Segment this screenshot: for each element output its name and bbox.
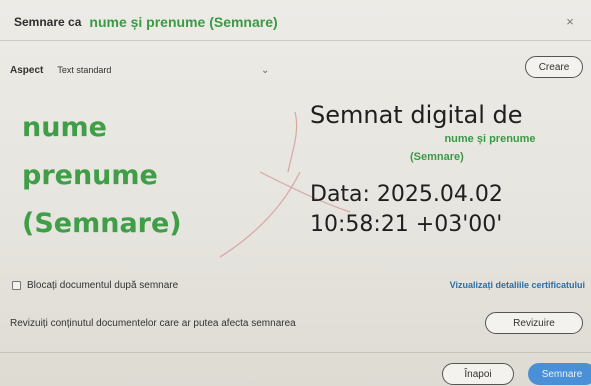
name-line-3: (Semnare) (22, 208, 182, 239)
create-button[interactable]: Creare (525, 56, 583, 78)
close-icon[interactable]: × (563, 14, 577, 29)
lock-document-checkbox[interactable]: Blocați documentul după semnare (12, 280, 178, 291)
aspect-row: Aspect Text standard ⌄ (10, 56, 581, 84)
signed-title: Semnat digital de (310, 101, 523, 129)
view-certificate-link[interactable]: Vizualizați detaliile certificatului (450, 280, 585, 290)
footer-divider (0, 352, 591, 353)
header-divider (0, 40, 591, 41)
aspect-dropdown[interactable]: Text standard ⌄ (57, 60, 269, 80)
chevron-down-icon: ⌄ (260, 64, 270, 76)
sign-button[interactable]: Semnare (528, 363, 591, 385)
name-line-1: nume (22, 112, 107, 143)
signer-identity: nume și prenume (Semnare) (89, 14, 278, 30)
name-line-2: prenume (22, 160, 158, 191)
aspect-selected-value: Text standard (57, 65, 112, 75)
back-button[interactable]: Înapoi (442, 363, 514, 385)
review-row: Revizuiți conținutul documentelor care a… (10, 310, 583, 336)
options-row: Blocați documentul după semnare Vizualiz… (12, 276, 585, 294)
signer-name-line-1: nume și prenume (444, 133, 536, 145)
header-prefix: Semnare ca (14, 15, 82, 29)
lock-document-label: Blocați documentul după semnare (27, 279, 179, 291)
signature-details: Semnat digital de nume și prenume (Semna… (310, 100, 586, 240)
aspect-label: Aspect (10, 64, 44, 76)
review-button[interactable]: Revizuire (485, 312, 583, 334)
date-line-1: Data: 2025.04.02 (310, 182, 503, 207)
date-line-2: 10:58:21 +03'00' (310, 212, 503, 237)
sign-dialog: Semnare ca nume și prenume (Semnare) × A… (0, 0, 591, 386)
dialog-header: Semnare ca nume și prenume (Semnare) × (14, 10, 577, 34)
checkbox-icon[interactable] (12, 280, 21, 290)
signature-name-large: nume prenume (Semnare) (22, 104, 242, 248)
review-text: Revizuiți conținutul documentelor care a… (10, 317, 296, 329)
signature-date: Data: 2025.04.02 10:58:21 +03'00' (310, 180, 586, 240)
signer-name-line-2: (Semnare) (410, 151, 464, 163)
signature-preview: nume prenume (Semnare) Semnat digital de… (0, 92, 591, 262)
